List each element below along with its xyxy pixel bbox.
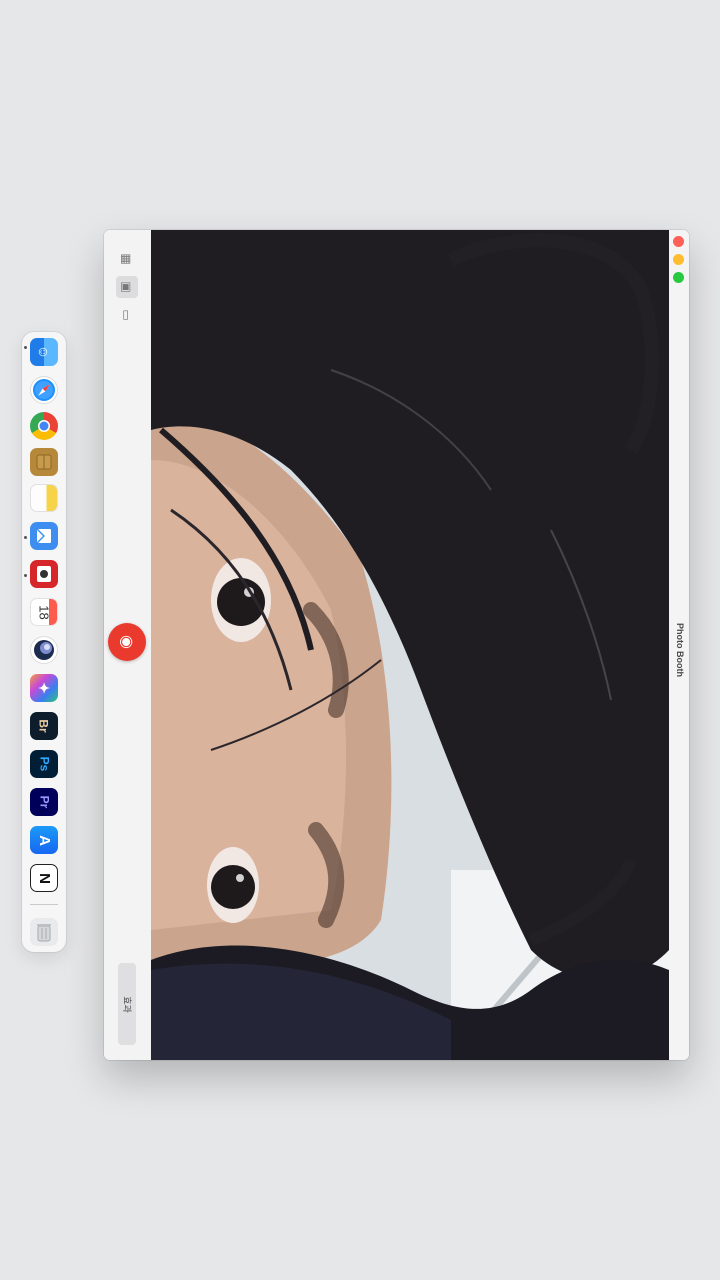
bridge-label: Br bbox=[37, 719, 51, 733]
bridge-icon[interactable]: Br bbox=[30, 712, 58, 740]
photoshop-label: Ps bbox=[37, 756, 51, 772]
premiere-icon[interactable]: Pr bbox=[30, 788, 58, 816]
window-toolbar: ▦ ▣ ▭ ◉ 효과 bbox=[104, 230, 151, 1060]
calendar-date: 18 bbox=[36, 604, 52, 620]
single-photo-view-button[interactable]: ▣ bbox=[116, 276, 138, 298]
photo-icon: ▣ bbox=[120, 281, 134, 293]
minimize-button[interactable] bbox=[673, 254, 684, 265]
final-cut-icon[interactable]: ✦ bbox=[30, 674, 58, 702]
running-indicator bbox=[24, 574, 27, 577]
effects-label: 효과 bbox=[121, 995, 132, 1013]
close-button[interactable] bbox=[673, 236, 684, 247]
running-indicator bbox=[24, 536, 27, 539]
running-indicator bbox=[24, 346, 27, 349]
zoom-button[interactable] bbox=[673, 272, 684, 283]
grid-icon: ▦ bbox=[120, 253, 134, 265]
take-photo-button[interactable]: ◉ bbox=[108, 623, 146, 661]
notion-icon[interactable]: N bbox=[30, 864, 58, 892]
trash-icon[interactable] bbox=[30, 918, 58, 946]
box-icon[interactable] bbox=[30, 448, 58, 476]
photo-booth-window: ▦ ▣ ▭ ◉ 효과 Photo Booth bbox=[104, 230, 689, 1060]
calendar-icon[interactable]: 18 bbox=[30, 598, 58, 626]
app-store-icon[interactable]: A bbox=[30, 826, 58, 854]
video-icon: ▭ bbox=[120, 309, 134, 321]
camera-icon: ◉ bbox=[118, 635, 135, 649]
photo-booth-icon[interactable] bbox=[30, 560, 58, 588]
mail-icon[interactable] bbox=[30, 522, 58, 550]
notes-icon[interactable] bbox=[30, 484, 58, 512]
safari-icon[interactable] bbox=[30, 376, 58, 404]
grid-view-button[interactable]: ▦ bbox=[116, 248, 138, 270]
dock: ☺ 18 ✦ Br Ps Pr A N bbox=[22, 332, 66, 952]
cinema4d-icon[interactable] bbox=[30, 636, 58, 664]
photoshop-icon[interactable]: Ps bbox=[30, 750, 58, 778]
video-view-button[interactable]: ▭ bbox=[116, 304, 138, 326]
camera-preview bbox=[151, 230, 669, 1060]
chrome-icon[interactable] bbox=[30, 412, 58, 440]
notion-label: N bbox=[35, 872, 53, 884]
window-titlebar: Photo Booth bbox=[669, 230, 689, 1060]
dock-separator bbox=[30, 904, 58, 905]
camera-feed-image bbox=[151, 230, 669, 1060]
premiere-label: Pr bbox=[37, 795, 51, 809]
window-title: Photo Booth bbox=[675, 623, 685, 677]
effects-button[interactable]: 효과 bbox=[118, 963, 136, 1045]
finder-icon[interactable]: ☺ bbox=[30, 338, 58, 366]
